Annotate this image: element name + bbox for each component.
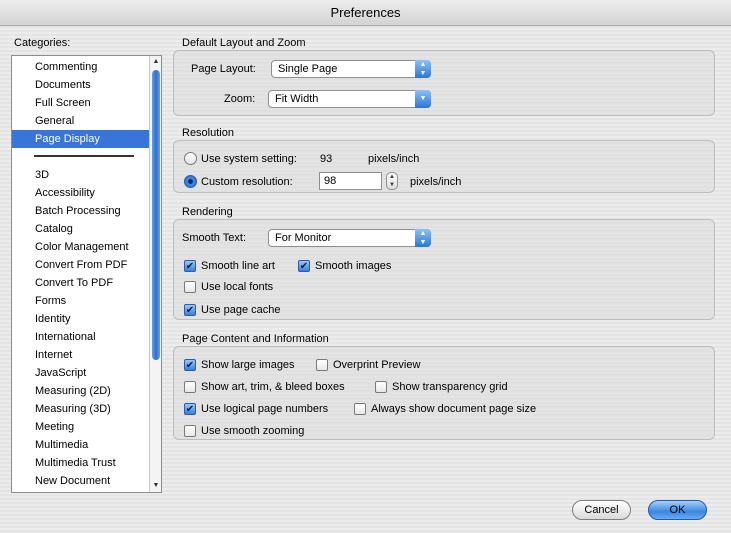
layout-zoom-group (173, 50, 715, 116)
local-fonts-label: Use local fonts (201, 281, 274, 293)
category-separator (34, 155, 134, 157)
smooth-line-art-label: Smooth line art (201, 260, 275, 272)
logical-page-numbers-label: Use logical page numbers (201, 403, 329, 415)
category-multimedia[interactable]: Multimedia (12, 436, 149, 454)
category-new-document[interactable]: New Document (12, 472, 149, 490)
category-3d[interactable]: 3D (12, 166, 149, 184)
category-accessibility[interactable]: Accessibility (12, 184, 149, 202)
categories-label: Categories: (14, 37, 71, 49)
smooth-images-checkbox[interactable]: ✔ (298, 260, 310, 272)
category-measuring-3d[interactable]: Measuring (3D) (12, 400, 149, 418)
zoom-value: Fit Width (275, 93, 319, 105)
category-commenting[interactable]: Commenting (12, 58, 149, 76)
smooth-text-popup[interactable]: For Monitor ▲ ▼ (268, 229, 431, 247)
popup-arrows-icon: ▲ ▼ (415, 229, 431, 247)
overprint-checkbox[interactable] (316, 359, 328, 371)
smooth-zooming-checkbox[interactable] (184, 425, 196, 437)
resolution-group-label: Resolution (182, 127, 234, 139)
categories-list[interactable]: Commenting Documents Full Screen General… (11, 55, 162, 493)
zoom-label: Zoom: (224, 93, 256, 105)
category-general[interactable]: General (12, 112, 149, 130)
category-meeting[interactable]: Meeting (12, 418, 149, 436)
window-title: Preferences (0, 0, 731, 26)
system-setting-label: Use system setting: (201, 153, 297, 165)
overprint-label: Overprint Preview (333, 359, 421, 371)
category-international[interactable]: International (12, 328, 149, 346)
smooth-text-label: Smooth Text: (182, 232, 246, 244)
transparency-grid-label: Show transparency grid (392, 381, 508, 393)
categories-scrollbar[interactable]: ▲ ▼ (149, 56, 161, 492)
custom-resolution-radio[interactable] (184, 175, 197, 188)
cancel-button[interactable]: Cancel (572, 500, 631, 520)
custom-resolution-input[interactable]: 98 (319, 172, 382, 190)
category-color-management[interactable]: Color Management (12, 238, 149, 256)
scroll-thumb[interactable] (152, 70, 160, 360)
transparency-grid-checkbox[interactable] (375, 381, 387, 393)
ok-button[interactable]: OK (648, 500, 707, 520)
category-full-screen[interactable]: Full Screen (12, 94, 149, 112)
smooth-zooming-label: Use smooth zooming (201, 425, 305, 437)
category-page-display[interactable]: Page Display (12, 130, 149, 148)
doc-page-size-label: Always show document page size (371, 403, 537, 415)
smooth-line-art-checkbox[interactable]: ✔ (184, 260, 196, 272)
large-images-checkbox[interactable]: ✔ (184, 359, 196, 371)
local-fonts-checkbox[interactable] (184, 281, 196, 293)
popup-arrows-icon: ▲ ▼ (415, 60, 431, 78)
layout-zoom-group-label: Default Layout and Zoom (182, 37, 306, 49)
custom-resolution-unit: pixels/inch (410, 176, 462, 188)
page-content-group-label: Page Content and Information (182, 333, 329, 345)
category-batch-processing[interactable]: Batch Processing (12, 202, 149, 220)
category-convert-from-pdf[interactable]: Convert From PDF (12, 256, 149, 274)
system-setting-radio[interactable] (184, 152, 197, 165)
page-cache-checkbox[interactable]: ✔ (184, 304, 196, 316)
page-layout-label: Page Layout: (191, 63, 256, 75)
category-identity[interactable]: Identity (12, 310, 149, 328)
category-forms[interactable]: Forms (12, 292, 149, 310)
page-cache-label: Use page cache (201, 304, 281, 316)
page-layout-value: Single Page (278, 63, 338, 75)
scroll-down-arrow-icon[interactable]: ▼ (150, 480, 161, 492)
doc-page-size-checkbox[interactable] (354, 403, 366, 415)
art-trim-checkbox[interactable] (184, 381, 196, 393)
resolution-stepper[interactable]: ▲ ▼ (386, 172, 398, 190)
category-internet[interactable]: Internet (12, 346, 149, 364)
rendering-group-label: Rendering (182, 206, 233, 218)
large-images-label: Show large images (201, 359, 295, 371)
category-catalog[interactable]: Catalog (12, 220, 149, 238)
category-javascript[interactable]: JavaScript (12, 364, 149, 382)
custom-resolution-label: Custom resolution: (201, 176, 293, 188)
system-setting-value: 93 (320, 153, 333, 165)
chevron-down-icon[interactable]: ▼ (415, 90, 431, 108)
smooth-images-label: Smooth images (315, 260, 392, 272)
category-documents[interactable]: Documents (12, 76, 149, 94)
art-trim-label: Show art, trim, & bleed boxes (201, 381, 345, 393)
category-convert-to-pdf[interactable]: Convert To PDF (12, 274, 149, 292)
category-measuring-2d[interactable]: Measuring (2D) (12, 382, 149, 400)
system-setting-unit: pixels/inch (368, 153, 420, 165)
smooth-text-value: For Monitor (275, 232, 332, 244)
zoom-combo[interactable]: Fit Width ▼ (268, 90, 431, 108)
scroll-up-arrow-icon[interactable]: ▲ (150, 56, 161, 68)
logical-page-numbers-checkbox[interactable]: ✔ (184, 403, 196, 415)
category-multimedia-trust[interactable]: Multimedia Trust (12, 454, 149, 472)
page-layout-popup[interactable]: Single Page ▲ ▼ (271, 60, 431, 78)
